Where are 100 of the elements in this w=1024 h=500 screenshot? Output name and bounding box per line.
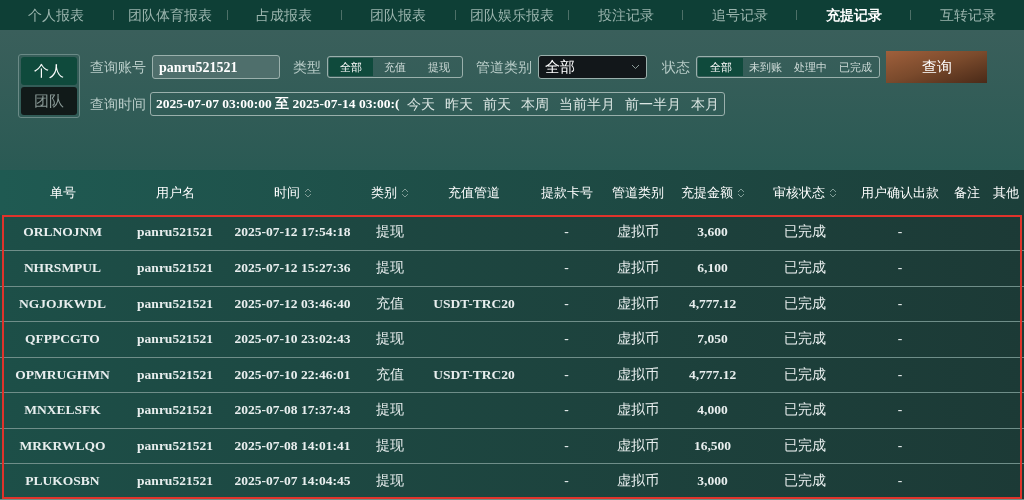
column-header[interactable]: 类别 (371, 184, 397, 200)
sort-icon[interactable] (401, 187, 409, 200)
quick-range-button[interactable]: 前一半月 (625, 93, 682, 115)
column-header[interactable]: 审核状态 (773, 184, 825, 200)
nav-tab[interactable]: 团队娱乐报表 (455, 4, 569, 26)
table-cell: - (897, 295, 903, 311)
table-cell: 已完成 (784, 295, 826, 311)
table-cell: 7,050 (697, 331, 728, 347)
column-header: 备注 (953, 184, 980, 200)
table-cell: 已完成 (784, 366, 826, 382)
sort-icon[interactable] (829, 187, 837, 200)
table-cell: 充值 (376, 295, 404, 311)
table-cell: panru521521 (137, 402, 213, 418)
quick-range-button[interactable]: 本周 (521, 93, 550, 115)
sort-icon[interactable] (736, 187, 745, 200)
column-header[interactable]: 充提金额 (680, 184, 733, 200)
table-cell: 提现 (376, 331, 404, 347)
table-cell: - (897, 473, 903, 489)
column-header: 单号 (49, 184, 76, 200)
quick-range-button[interactable]: 昨天 (445, 93, 474, 115)
table-cell: 提现 (376, 224, 404, 240)
table-cell: USDT-TRC20 (433, 295, 515, 311)
nav-tab[interactable]: 追号记录 (683, 4, 797, 26)
nav-tab[interactable]: 团队报表 (341, 4, 455, 26)
table-cell: 虚拟币 (616, 331, 659, 347)
table-cell: - (897, 331, 903, 347)
query-button[interactable]: 查询 (886, 51, 987, 83)
table-cell: - (564, 437, 569, 453)
table-cell: 2025-07-10 23:02:43 (234, 331, 351, 347)
table-cell: 虚拟币 (616, 402, 659, 418)
table-cell: - (897, 366, 903, 382)
segment-option[interactable]: 提现 (417, 58, 461, 76)
field-label: 管道类别 (476, 57, 532, 77)
segment-option[interactable]: 已完成 (833, 58, 878, 76)
table-cell: - (564, 224, 569, 240)
table-cell: 2025-07-08 14:01:41 (234, 437, 351, 453)
table-cell: 虚拟币 (616, 295, 659, 311)
table-cell: 2025-07-10 22:46:01 (234, 366, 351, 382)
table-cell: NGJOJKWDL (19, 295, 106, 311)
nav-tab[interactable]: 个人报表 (0, 4, 113, 26)
table-cell: 3,600 (697, 224, 728, 240)
table-cell: OPMRUGHMN (15, 366, 110, 382)
nav-tab[interactable]: 充提记录 (797, 4, 911, 26)
scope-tab[interactable]: 个人 (21, 57, 77, 85)
table-cell: 3,000 (697, 473, 728, 489)
table-cell: panru521521 (137, 437, 213, 453)
table-cell: 已完成 (784, 260, 826, 276)
segment-option[interactable]: 全部 (329, 58, 373, 76)
column-header: 用户确认出款 (861, 184, 939, 200)
table-cell: 提现 (376, 402, 404, 418)
table-cell: ORLNOJNM (23, 224, 102, 240)
field-label: 状态 (662, 57, 690, 77)
segment-option[interactable]: 全部 (698, 58, 743, 76)
quick-range-button[interactable]: 当前半月 (559, 93, 616, 115)
table-cell: - (897, 260, 903, 276)
date-range-input[interactable]: 2025-07-07 03:00:00 至 2025-07-14 03:00:( (156, 93, 400, 115)
table-cell: panru521521 (137, 295, 213, 311)
column-header[interactable]: 时间 (273, 184, 300, 200)
table-cell: - (564, 331, 569, 347)
field-label: 类型 (293, 57, 321, 77)
quick-range-button[interactable]: 本月 (691, 93, 720, 115)
table-cell: 2025-07-08 17:37:43 (234, 402, 351, 418)
table-cell: 已完成 (784, 473, 826, 489)
table-cell: 2025-07-12 03:46:40 (234, 295, 351, 311)
nav-tab[interactable]: 投注记录 (569, 4, 683, 26)
scope-tab[interactable]: 团队 (21, 87, 77, 115)
nav-tab[interactable]: 团队体育报表 (113, 4, 227, 26)
nav-tab[interactable]: 互转记录 (911, 4, 1024, 26)
table-cell: 4,777.12 (688, 366, 737, 382)
sort-icon[interactable] (303, 187, 312, 200)
column-header: 提款卡号 (540, 184, 593, 200)
table-cell: 充值 (376, 366, 404, 382)
segment-option[interactable]: 未到账 (743, 58, 788, 76)
table-cell: 虚拟币 (616, 366, 659, 382)
channel-select[interactable]: 全部 (538, 55, 647, 79)
column-header: 充值管道 (448, 184, 500, 200)
account-input[interactable]: panru521521 (152, 55, 280, 79)
table-cell: 16,500 (693, 437, 732, 453)
column-header: 其他 (993, 184, 1019, 200)
table-cell: 已完成 (784, 402, 826, 418)
table-cell: - (564, 295, 569, 311)
table-cell: MNXELSFK (24, 402, 101, 418)
table-cell: 虚拟币 (616, 224, 659, 240)
table-cell: panru521521 (137, 366, 213, 382)
nav-tab[interactable]: 占成报表 (227, 4, 341, 26)
segment-option[interactable]: 充值 (373, 58, 417, 76)
quick-range-button[interactable]: 今天 (407, 93, 436, 115)
table-cell: 2025-07-07 14:04:45 (234, 473, 351, 489)
table-cell: 虚拟币 (616, 473, 659, 489)
column-header: 用户名 (155, 184, 195, 200)
column-header: 管道类别 (611, 184, 664, 200)
select-value: 全部 (545, 56, 575, 77)
segment-option[interactable]: 处理中 (788, 58, 833, 76)
table-cell: 提现 (376, 260, 404, 276)
quick-range-button[interactable]: 前天 (483, 93, 512, 115)
table-cell: - (564, 402, 569, 418)
table-cell: 4,777.12 (688, 295, 737, 311)
table-cell: 2025-07-12 15:27:36 (234, 260, 351, 276)
table-cell: 提现 (376, 437, 404, 453)
table-cell: 4,000 (697, 402, 728, 418)
